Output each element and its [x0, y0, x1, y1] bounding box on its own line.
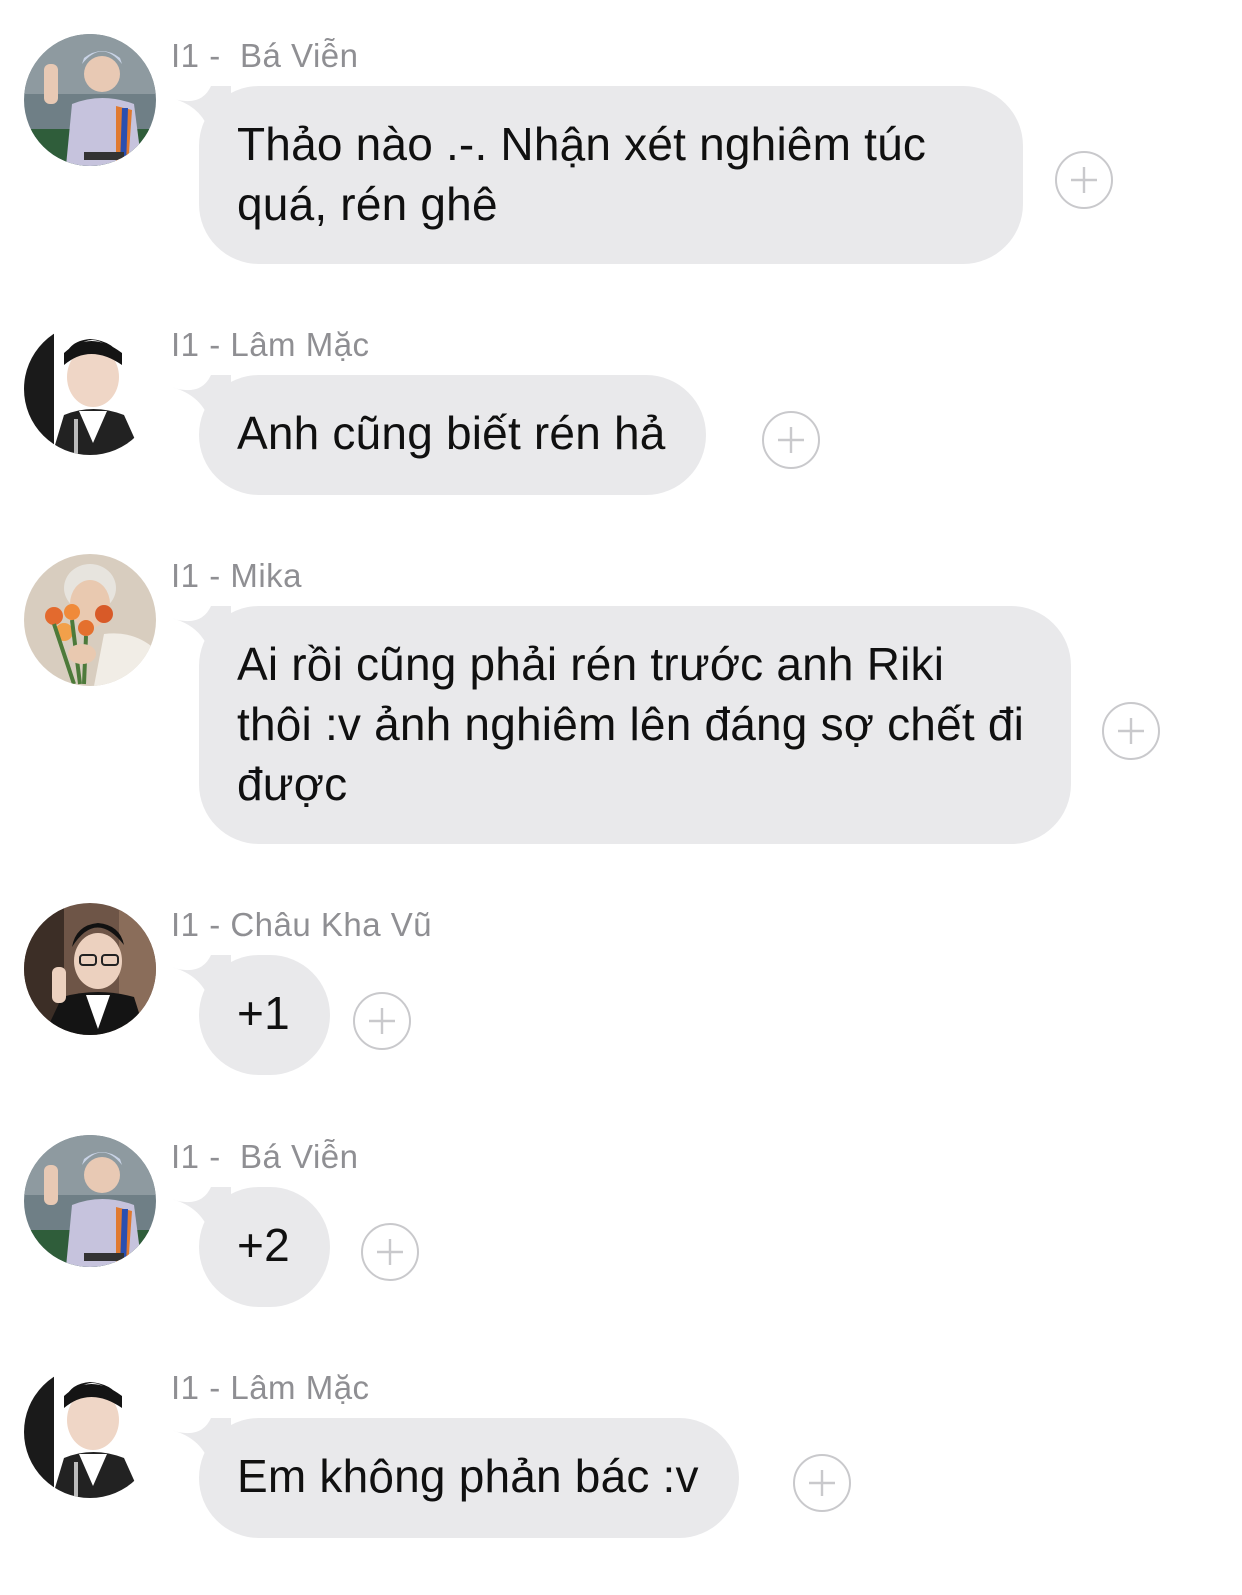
sender-name: I1 - Mika	[171, 557, 303, 594]
plus-circle-icon[interactable]	[793, 1454, 851, 1512]
avatar-ba-vien-image	[24, 1135, 156, 1267]
message-bubble[interactable]: +2	[199, 1187, 330, 1307]
sender-name: I1 - Bá Viễn	[171, 37, 359, 74]
sender-name: I1 - Lâm Mặc	[171, 1369, 370, 1406]
sender-name: I1 - Châu Kha Vũ	[171, 906, 433, 943]
message-bubble[interactable]: Thảo nào .-. Nhận xét nghiêm túc quá, ré…	[199, 86, 1023, 264]
avatar-lam-mac-image	[24, 1366, 156, 1498]
message-bubble[interactable]: Anh cũng biết rén hả	[199, 375, 706, 495]
chat-message-list: I1 - Bá Viễn Thảo nào .-. Nhận xét nghiê…	[0, 0, 1242, 1595]
avatar-lam-mac[interactable]	[24, 323, 156, 455]
plus-circle-icon[interactable]	[1102, 702, 1160, 760]
plus-circle-icon[interactable]	[353, 992, 411, 1050]
message-bubble[interactable]: +1	[199, 955, 330, 1075]
plus-circle-icon[interactable]	[361, 1223, 419, 1281]
plus-circle-icon[interactable]	[762, 411, 820, 469]
avatar-chau-kha-vu-image	[24, 903, 156, 1035]
avatar-lam-mac[interactable]	[24, 1366, 156, 1498]
avatar-mika-image	[24, 554, 156, 686]
sender-name: I1 - Lâm Mặc	[171, 326, 370, 363]
avatar-ba-vien[interactable]	[24, 34, 156, 166]
avatar-chau-kha-vu[interactable]	[24, 903, 156, 1035]
avatar-lam-mac-image	[24, 323, 156, 455]
message-bubble[interactable]: Ai rồi cũng phải rén trước anh Riki thôi…	[199, 606, 1071, 844]
plus-circle-icon[interactable]	[1055, 151, 1113, 209]
avatar-ba-vien-image	[24, 34, 156, 166]
sender-name: I1 - Bá Viễn	[171, 1138, 359, 1175]
avatar-mika[interactable]	[24, 554, 156, 686]
avatar-ba-vien[interactable]	[24, 1135, 156, 1267]
message-bubble[interactable]: Em không phản bác :v	[199, 1418, 739, 1538]
